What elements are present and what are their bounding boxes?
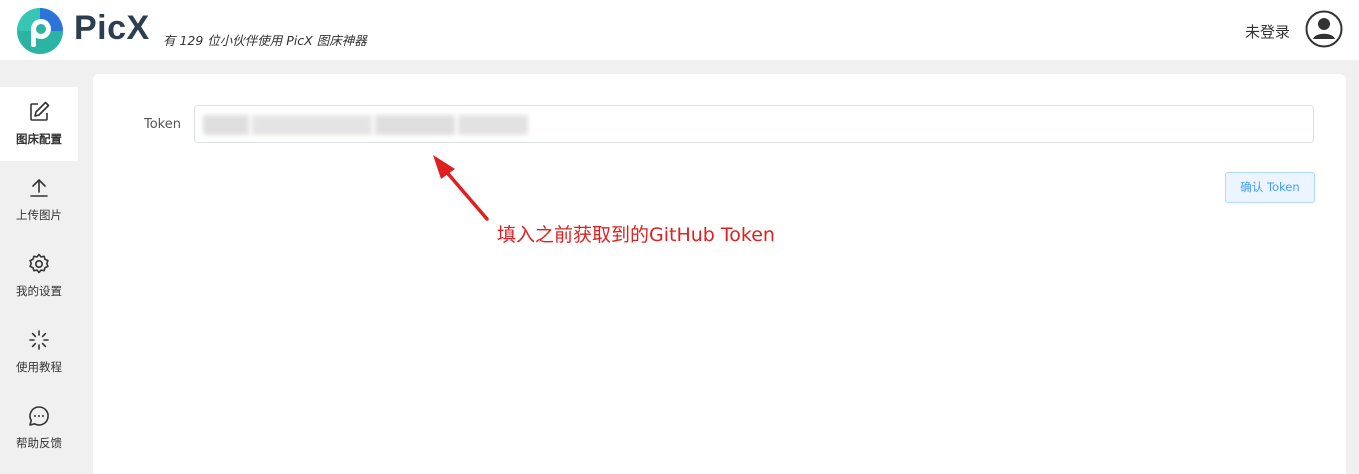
chat-bubble-icon: [29, 406, 49, 426]
sidebar-item-label: 上传图片: [16, 208, 62, 222]
app-name[interactable]: PicX: [74, 9, 150, 48]
token-redaction: [203, 115, 249, 135]
login-status[interactable]: 未登录: [1245, 21, 1290, 42]
app-tagline: 有 129 位小伙伴使用 PicX 图床神器: [163, 33, 367, 48]
user-avatar-icon[interactable]: [1305, 10, 1343, 48]
annotation-text: 填入之前获取到的GitHub Token: [497, 224, 775, 246]
sidebar-item-config[interactable]: 图床配置: [0, 87, 78, 161]
sidebar-item-help[interactable]: 帮助反馈: [0, 391, 78, 465]
edit-icon: [30, 101, 50, 121]
sidebar-item-upload[interactable]: 上传图片: [0, 163, 78, 237]
token-label: Token: [144, 117, 181, 132]
sidebar-item-settings[interactable]: 我的设置: [0, 239, 78, 313]
sidebar-nav: 图床配置 上传图片 我的设置 使用教程 帮助反馈: [0, 77, 78, 474]
sidebar-item-label: 使用教程: [16, 360, 62, 374]
upload-icon: [30, 178, 48, 197]
token-redaction: [252, 115, 372, 135]
app-header: PicX 有 129 位小伙伴使用 PicX 图床神器 未登录: [0, 0, 1359, 60]
sparkle-icon: [29, 330, 49, 350]
token-redaction: [458, 115, 528, 135]
picx-logo-icon[interactable]: [16, 7, 64, 55]
sidebar-item-label: 我的设置: [16, 284, 62, 298]
token-redaction: [375, 115, 455, 135]
gear-icon: [29, 253, 49, 274]
sidebar-item-label: 图床配置: [16, 132, 62, 146]
confirm-token-button[interactable]: 确认 Token: [1225, 172, 1315, 203]
sidebar-item-tutorial[interactable]: 使用教程: [0, 315, 78, 389]
sidebar-item-label: 帮助反馈: [16, 436, 62, 450]
